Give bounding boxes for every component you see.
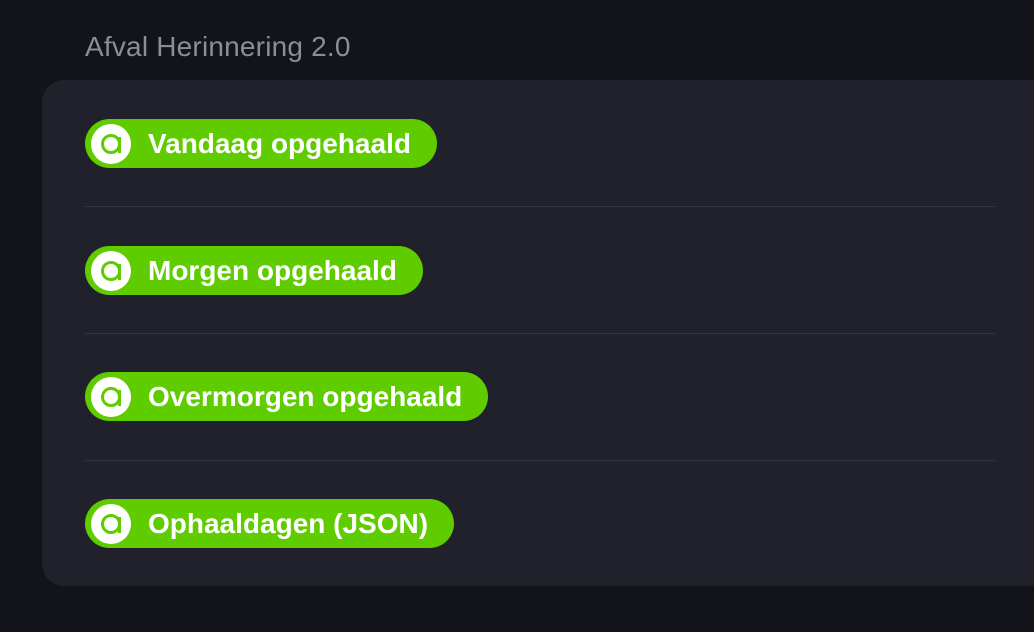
letter-a-icon — [91, 250, 131, 291]
entity-chip-ophaaldagen[interactable]: Ophaaldagen (JSON) — [85, 499, 455, 548]
entity-row-overmorgen: Overmorgen opgehaald — [85, 333, 995, 460]
entity-row-morgen: Morgen opgehaald — [85, 207, 995, 334]
entity-chip-vandaag[interactable]: Vandaag opgehaald — [85, 119, 437, 168]
entity-row-vandaag: Vandaag opgehaald — [85, 80, 995, 207]
letter-a-icon — [91, 503, 131, 544]
section-title: Afval Herinnering 2.0 — [85, 31, 351, 62]
letter-a-icon — [91, 123, 131, 164]
entity-card: Vandaag opgehaald Morgen opgehaald Overm — [42, 80, 1034, 586]
letter-a-icon — [91, 376, 131, 417]
entity-row-ophaaldagen: Ophaaldagen (JSON) — [85, 460, 995, 587]
entity-chip-label: Overmorgen opgehaald — [148, 380, 463, 412]
entity-chip-label: Morgen opgehaald — [148, 254, 397, 286]
entity-chip-overmorgen[interactable]: Overmorgen opgehaald — [85, 372, 489, 421]
entity-chip-label: Vandaag opgehaald — [148, 127, 411, 159]
entity-chip-morgen[interactable]: Morgen opgehaald — [85, 246, 423, 295]
entity-chip-label: Ophaaldagen (JSON) — [148, 507, 429, 539]
